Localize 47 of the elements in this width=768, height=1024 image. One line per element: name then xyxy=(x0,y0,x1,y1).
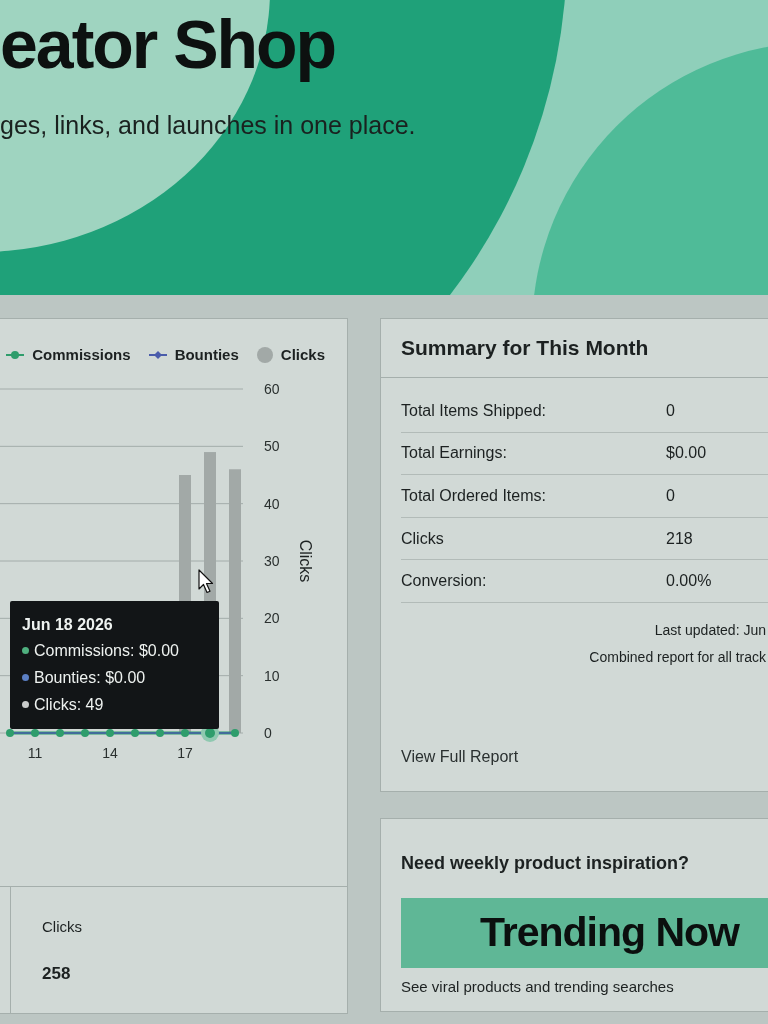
tooltip-line: Commissions: $0.00 xyxy=(34,641,179,661)
tooltip-line: Clicks: 49 xyxy=(34,695,104,715)
summary-value: 0.00% xyxy=(666,571,712,592)
tooltip-line: Bounties: $0.00 xyxy=(34,668,146,688)
summary-label: Total Ordered Items: xyxy=(401,486,547,506)
data-point xyxy=(31,729,39,737)
view-report-link[interactable]: View Full Report xyxy=(401,747,519,767)
axis-tick-label: 30 xyxy=(264,553,280,569)
legend-label: Clicks xyxy=(280,345,325,364)
axis-tick-label: 40 xyxy=(264,495,280,512)
data-point xyxy=(181,729,189,737)
data-point xyxy=(6,729,14,737)
summary-label: Clicks xyxy=(401,528,445,549)
data-point xyxy=(56,729,64,737)
cursor-icon xyxy=(199,570,213,593)
summary-label: Total Items Shipped: xyxy=(401,400,547,421)
legend-label: Commissions xyxy=(32,345,131,364)
axis-tick-label: 50 xyxy=(264,438,280,455)
stat-value: 258 xyxy=(42,963,71,985)
tooltip-title: Jun 18 2026 xyxy=(22,615,113,635)
axis-tick-label: 14 xyxy=(102,745,118,761)
summary-value: 0 xyxy=(666,486,675,506)
axis-tick-label: 60 xyxy=(264,381,280,397)
axis-tick-label: 20 xyxy=(264,610,280,627)
axis-tick-label: 0 xyxy=(264,725,272,741)
summary-value: 0 xyxy=(666,400,675,421)
summary-note: Combined report for all track xyxy=(589,648,766,665)
data-point xyxy=(106,729,114,737)
axis-title: Clicks xyxy=(297,539,314,583)
axis-tick-label: 10 xyxy=(264,667,280,684)
summary-value: 218 xyxy=(666,528,693,549)
summary-label: Conversion: xyxy=(401,571,488,592)
data-point xyxy=(231,729,239,737)
summary-note: Last updated: Jun xyxy=(654,621,766,638)
data-point xyxy=(156,729,164,737)
stat-label: Clicks xyxy=(42,917,82,937)
summary-title: Summary for This Month xyxy=(401,335,649,361)
axis-tick-label: 11 xyxy=(27,745,43,761)
data-point xyxy=(81,729,89,737)
summary-value: $0.00 xyxy=(666,443,707,464)
promo-caption: See viral products and trending searches xyxy=(401,977,674,997)
promo-heading: Need weekly product inspiration? xyxy=(401,852,690,874)
axis-tick-label: 17 xyxy=(177,745,193,761)
summary-label: Total Earnings: xyxy=(401,443,508,464)
legend-label: Bounties xyxy=(174,345,239,364)
trending-banner[interactable]: Trending Now xyxy=(401,898,768,968)
data-point xyxy=(131,729,139,737)
